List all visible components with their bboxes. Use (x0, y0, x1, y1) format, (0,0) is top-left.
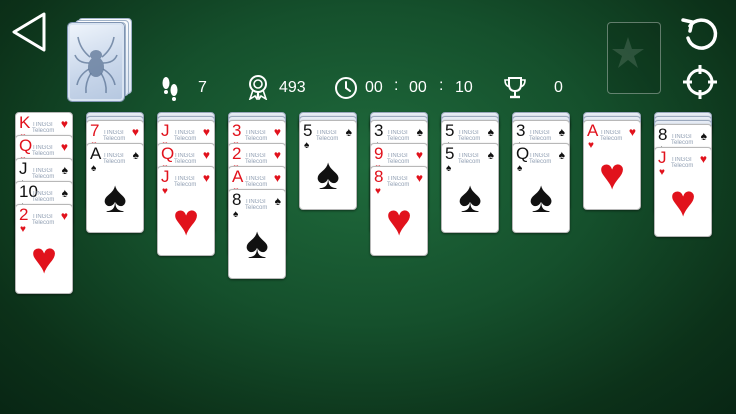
playing-card[interactable]: 8 ♠ ♠ TINGGI Telecom ♠ (228, 189, 286, 279)
footprints-icon (162, 77, 178, 101)
card-rank: 7 (90, 121, 100, 140)
card-suit: ♥ (588, 140, 594, 151)
playing-card[interactable]: J ♥ ♥ TINGGI Telecom ♥ (157, 166, 215, 256)
card-rank: 9 (374, 144, 384, 163)
card-center-suit: ♥ (30, 234, 58, 283)
card-rank: J (161, 121, 170, 140)
card-brand-logo: TINGGI Telecom (316, 130, 339, 142)
card-suit: ♠ (446, 163, 452, 174)
timer-minutes: 00 (409, 79, 427, 96)
score-value: 493 (279, 79, 306, 96)
card-rank: Q (161, 144, 175, 163)
card-suit: ♠ (517, 163, 523, 174)
card-center-suit: ♥ (669, 177, 697, 226)
card-brand-logo: TINGGI Telecom (458, 130, 481, 142)
card-rank: A (587, 121, 599, 140)
timer-hours: 00 (365, 79, 383, 96)
award-icon (248, 75, 268, 100)
playing-card[interactable]: 5 ♠ ♠ TINGGI Telecom ♠ (441, 143, 499, 233)
playing-card[interactable]: 2 ♥ ♥ TINGGI Telecom ♥ (15, 204, 73, 294)
card-rank: 8 (232, 190, 242, 209)
playing-card[interactable]: A ♥ ♥ TINGGI Telecom ♥ (583, 120, 641, 210)
card-rank: 3 (374, 121, 384, 140)
undo-icon[interactable] (680, 14, 720, 54)
card-brand-logo: TINGGI Telecom (387, 130, 410, 142)
card-brand-logo: TINGGI Telecom (529, 130, 552, 142)
card-brand-logo: TINGGI Telecom (387, 153, 410, 165)
playing-card[interactable]: J ♥ ♥ TINGGI Telecom ♥ (654, 147, 712, 237)
card-rank: K (19, 113, 31, 132)
card-center-suit: ♥ (172, 196, 200, 245)
card-rank: A (232, 167, 244, 186)
trophy-icon (504, 77, 526, 99)
card-center-suit: ♥ (385, 196, 413, 245)
card-center-suit: ♥ (598, 150, 626, 199)
playing-card[interactable]: A ♠ ♠ TINGGI Telecom ♠ (86, 143, 144, 233)
card-suit: ♠ (304, 140, 310, 151)
card-suit: ♠ (91, 163, 97, 174)
card-brand-logo: TINGGI Telecom (103, 153, 126, 165)
card-suit: ♥ (375, 186, 381, 197)
card-rank: 2 (19, 205, 29, 224)
card-center-suit: ♠ (458, 173, 482, 222)
playing-card[interactable]: 5 ♠ ♠ TINGGI Telecom ♠ (299, 120, 357, 210)
card-brand-logo: TINGGI Telecom (174, 153, 197, 165)
card-center-suit: ♠ (529, 173, 553, 222)
card-rank: 5 (445, 144, 455, 163)
card-suit: ♠ (233, 209, 239, 220)
card-rank: 8 (658, 125, 668, 144)
card-brand-logo: TINGGI Telecom (32, 145, 55, 157)
card-brand-logo: TINGGI Telecom (32, 122, 55, 134)
card-brand-logo: TINGGI Telecom (245, 153, 268, 165)
card-rank: Q (19, 136, 33, 155)
card-rank: 8 (374, 167, 384, 186)
card-rank: 3 (516, 121, 526, 140)
card-rank: J (161, 167, 170, 186)
card-rank: 3 (232, 121, 242, 140)
card-brand-logo: TINGGI Telecom (671, 134, 694, 146)
card-brand-logo: TINGGI Telecom (32, 214, 55, 226)
card-brand-logo: TINGGI Telecom (529, 153, 552, 165)
card-brand-logo: TINGGI Telecom (245, 130, 268, 142)
card-center-suit: ♠ (245, 219, 269, 268)
card-rank: A (90, 144, 102, 163)
card-center-suit: ♠ (316, 150, 340, 199)
card-rank: 5 (445, 121, 455, 140)
card-suit: ♥ (162, 186, 168, 197)
card-suit: ♥ (20, 224, 26, 235)
card-brand-logo: TINGGI Telecom (600, 130, 623, 142)
moves-count: 7 (198, 79, 207, 96)
card-rank: J (658, 148, 667, 167)
card-rank: 5 (303, 121, 313, 140)
timer-separator: : (394, 77, 399, 94)
card-rank: J (19, 159, 28, 178)
card-brand-logo: TINGGI Telecom (671, 157, 694, 169)
playing-card[interactable]: Q ♠ ♠ TINGGI Telecom ♠ (512, 143, 570, 233)
card-center-suit: ♠ (103, 173, 127, 222)
card-rank: Q (516, 144, 530, 163)
timer-separator: : (439, 77, 444, 94)
card-brand-logo: TINGGI Telecom (245, 176, 268, 188)
timer-seconds: 10 (455, 79, 473, 96)
card-suit: ♥ (659, 167, 665, 178)
card-rank: 2 (232, 144, 242, 163)
card-brand-logo: TINGGI Telecom (32, 191, 55, 203)
trophy-count: 0 (554, 79, 563, 96)
card-brand-logo: TINGGI Telecom (174, 176, 197, 188)
card-brand-logo: TINGGI Telecom (387, 176, 410, 188)
card-brand-logo: TINGGI Telecom (174, 130, 197, 142)
card-brand-logo: TINGGI Telecom (245, 199, 268, 211)
stats-bar: 7 493 00 : 00 : 10 0 (0, 74, 736, 104)
clock-icon (335, 77, 357, 99)
card-brand-logo: TINGGI Telecom (32, 168, 55, 180)
playing-card[interactable]: 8 ♥ ♥ TINGGI Telecom ♥ (370, 166, 428, 256)
back-arrow-icon[interactable] (8, 10, 50, 54)
card-brand-logo: TINGGI Telecom (458, 153, 481, 165)
card-brand-logo: TINGGI Telecom (103, 130, 126, 142)
